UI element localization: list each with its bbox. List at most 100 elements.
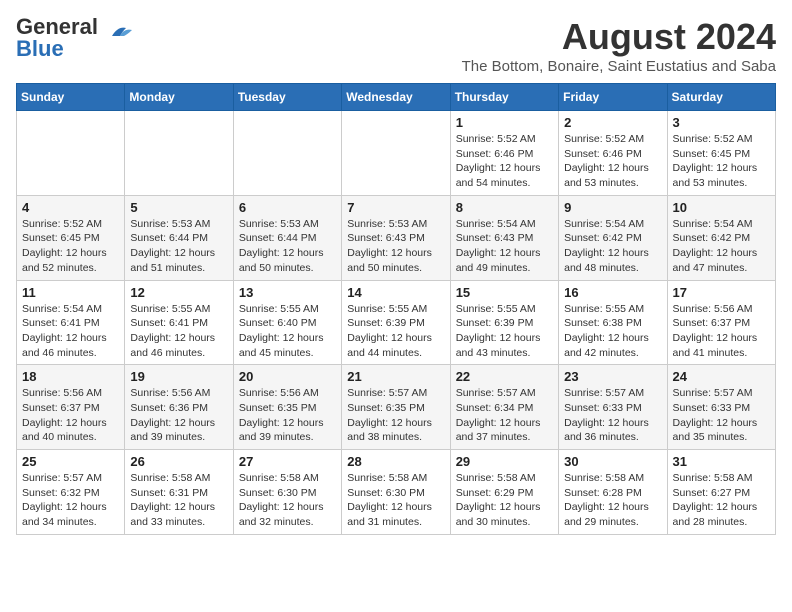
day-info: Sunrise: 5:58 AM Sunset: 6:31 PM Dayligh… bbox=[130, 471, 227, 530]
calendar-day-cell: 16 Sunrise: 5:55 AM Sunset: 6:38 PM Dayli… bbox=[559, 280, 667, 365]
day-info: Sunrise: 5:58 AM Sunset: 6:29 PM Dayligh… bbox=[456, 471, 553, 530]
logo-text: General Blue bbox=[16, 16, 98, 60]
day-info: Sunrise: 5:57 AM Sunset: 6:33 PM Dayligh… bbox=[564, 386, 661, 445]
calendar-day-cell bbox=[17, 111, 125, 196]
calendar-day-cell: 25 Sunrise: 5:57 AM Sunset: 6:32 PM Dayli… bbox=[17, 450, 125, 535]
calendar-day-cell: 12Sunrise: 5:55 AM Sunset: 6:41 PM Dayli… bbox=[125, 280, 233, 365]
calendar-day-cell: 24Sunrise: 5:57 AM Sunset: 6:33 PM Dayli… bbox=[667, 365, 775, 450]
calendar-day-cell: 7Sunrise: 5:53 AM Sunset: 6:43 PM Daylig… bbox=[342, 195, 450, 280]
calendar-day-cell bbox=[125, 111, 233, 196]
day-number: 14 bbox=[347, 285, 444, 300]
day-number: 20 bbox=[239, 369, 336, 384]
day-number: 9 bbox=[564, 200, 661, 215]
calendar-day-cell: 17 Sunrise: 5:56 AM Sunset: 6:37 PM Dayli… bbox=[667, 280, 775, 365]
calendar-day-cell bbox=[342, 111, 450, 196]
day-number: 21 bbox=[347, 369, 444, 384]
day-info: Sunrise: 5:55 AM Sunset: 6:40 PM Dayligh… bbox=[239, 302, 336, 361]
calendar-day-cell: 11 Sunrise: 5:54 AM Sunset: 6:41 PM Dayli… bbox=[17, 280, 125, 365]
calendar-day-cell: 4 Sunrise: 5:52 AM Sunset: 6:45 PM Daylig… bbox=[17, 195, 125, 280]
day-number: 28 bbox=[347, 454, 444, 469]
day-number: 19 bbox=[130, 369, 227, 384]
weekday-header-saturday: Saturday bbox=[667, 84, 775, 111]
day-info: Sunrise: 5:53 AM Sunset: 6:44 PM Dayligh… bbox=[130, 217, 227, 276]
calendar-day-cell: 22Sunrise: 5:57 AM Sunset: 6:34 PM Dayli… bbox=[450, 365, 558, 450]
calendar-day-cell: 18Sunrise: 5:56 AM Sunset: 6:37 PM Dayli… bbox=[17, 365, 125, 450]
day-number: 30 bbox=[564, 454, 661, 469]
day-info: Sunrise: 5:58 AM Sunset: 6:30 PM Dayligh… bbox=[239, 471, 336, 530]
day-number: 13 bbox=[239, 285, 336, 300]
day-number: 3 bbox=[673, 115, 770, 130]
day-info: Sunrise: 5:55 AM Sunset: 6:38 PM Dayligh… bbox=[564, 302, 661, 361]
calendar-week-row: 18Sunrise: 5:56 AM Sunset: 6:37 PM Dayli… bbox=[17, 365, 776, 450]
day-number: 18 bbox=[22, 369, 119, 384]
calendar-day-cell: 21 Sunrise: 5:57 AM Sunset: 6:35 PM Dayli… bbox=[342, 365, 450, 450]
calendar-day-cell: 30Sunrise: 5:58 AM Sunset: 6:28 PM Dayli… bbox=[559, 450, 667, 535]
calendar-day-cell: 2 Sunrise: 5:52 AM Sunset: 6:46 PM Daylig… bbox=[559, 111, 667, 196]
calendar-day-cell: 15 Sunrise: 5:55 AM Sunset: 6:39 PM Dayli… bbox=[450, 280, 558, 365]
calendar-table: SundayMondayTuesdayWednesdayThursdayFrid… bbox=[16, 83, 776, 535]
day-info: Sunrise: 5:56 AM Sunset: 6:37 PM Dayligh… bbox=[673, 302, 770, 361]
day-info: Sunrise: 5:52 AM Sunset: 6:45 PM Dayligh… bbox=[673, 132, 770, 191]
day-number: 5 bbox=[130, 200, 227, 215]
day-number: 11 bbox=[22, 285, 119, 300]
calendar-day-cell: 6 Sunrise: 5:53 AM Sunset: 6:44 PM Daylig… bbox=[233, 195, 341, 280]
day-number: 6 bbox=[239, 200, 336, 215]
calendar-week-row: 25 Sunrise: 5:57 AM Sunset: 6:32 PM Dayli… bbox=[17, 450, 776, 535]
calendar-day-cell: 29Sunrise: 5:58 AM Sunset: 6:29 PM Dayli… bbox=[450, 450, 558, 535]
day-info: Sunrise: 5:56 AM Sunset: 6:35 PM Dayligh… bbox=[239, 386, 336, 445]
day-info: Sunrise: 5:58 AM Sunset: 6:30 PM Dayligh… bbox=[347, 471, 444, 530]
day-number: 31 bbox=[673, 454, 770, 469]
day-info: Sunrise: 5:55 AM Sunset: 6:39 PM Dayligh… bbox=[456, 302, 553, 361]
day-number: 10 bbox=[673, 200, 770, 215]
calendar-week-row: 4 Sunrise: 5:52 AM Sunset: 6:45 PM Daylig… bbox=[17, 195, 776, 280]
day-info: Sunrise: 5:53 AM Sunset: 6:43 PM Dayligh… bbox=[347, 217, 444, 276]
calendar-day-cell: 28 Sunrise: 5:58 AM Sunset: 6:30 PM Dayli… bbox=[342, 450, 450, 535]
day-number: 4 bbox=[22, 200, 119, 215]
calendar-day-cell: 19 Sunrise: 5:56 AM Sunset: 6:36 PM Dayli… bbox=[125, 365, 233, 450]
day-info: Sunrise: 5:53 AM Sunset: 6:44 PM Dayligh… bbox=[239, 217, 336, 276]
sub-title: The Bottom, Bonaire, Saint Eustatius and… bbox=[462, 58, 776, 75]
calendar-day-cell: 13 Sunrise: 5:55 AM Sunset: 6:40 PM Dayli… bbox=[233, 280, 341, 365]
weekday-header-thursday: Thursday bbox=[450, 84, 558, 111]
calendar-day-cell: 1Sunrise: 5:52 AM Sunset: 6:46 PM Daylig… bbox=[450, 111, 558, 196]
day-number: 16 bbox=[564, 285, 661, 300]
logo-bird-icon bbox=[104, 18, 136, 50]
day-number: 2 bbox=[564, 115, 661, 130]
calendar-day-cell: 8Sunrise: 5:54 AM Sunset: 6:43 PM Daylig… bbox=[450, 195, 558, 280]
day-number: 23 bbox=[564, 369, 661, 384]
calendar-day-cell: 10 Sunrise: 5:54 AM Sunset: 6:42 PM Dayli… bbox=[667, 195, 775, 280]
day-info: Sunrise: 5:54 AM Sunset: 6:42 PM Dayligh… bbox=[673, 217, 770, 276]
weekday-header-sunday: Sunday bbox=[17, 84, 125, 111]
day-info: Sunrise: 5:52 AM Sunset: 6:45 PM Dayligh… bbox=[22, 217, 119, 276]
day-number: 27 bbox=[239, 454, 336, 469]
weekday-header-tuesday: Tuesday bbox=[233, 84, 341, 111]
calendar-day-cell: 5 Sunrise: 5:53 AM Sunset: 6:44 PM Daylig… bbox=[125, 195, 233, 280]
title-block: August 2024 The Bottom, Bonaire, Saint E… bbox=[462, 16, 776, 75]
day-number: 12 bbox=[130, 285, 227, 300]
day-number: 25 bbox=[22, 454, 119, 469]
main-title: August 2024 bbox=[462, 16, 776, 58]
calendar-day-cell bbox=[233, 111, 341, 196]
calendar-day-cell: 26 Sunrise: 5:58 AM Sunset: 6:31 PM Dayli… bbox=[125, 450, 233, 535]
day-info: Sunrise: 5:57 AM Sunset: 6:35 PM Dayligh… bbox=[347, 386, 444, 445]
day-info: Sunrise: 5:56 AM Sunset: 6:36 PM Dayligh… bbox=[130, 386, 227, 445]
day-number: 8 bbox=[456, 200, 553, 215]
day-info: Sunrise: 5:54 AM Sunset: 6:41 PM Dayligh… bbox=[22, 302, 119, 361]
day-number: 17 bbox=[673, 285, 770, 300]
day-info: Sunrise: 5:55 AM Sunset: 6:39 PM Dayligh… bbox=[347, 302, 444, 361]
calendar-day-cell: 9 Sunrise: 5:54 AM Sunset: 6:42 PM Daylig… bbox=[559, 195, 667, 280]
day-info: Sunrise: 5:57 AM Sunset: 6:33 PM Dayligh… bbox=[673, 386, 770, 445]
day-info: Sunrise: 5:57 AM Sunset: 6:32 PM Dayligh… bbox=[22, 471, 119, 530]
day-info: Sunrise: 5:52 AM Sunset: 6:46 PM Dayligh… bbox=[456, 132, 553, 191]
day-info: Sunrise: 5:52 AM Sunset: 6:46 PM Dayligh… bbox=[564, 132, 661, 191]
page-header: General Blue August 2024 The Bottom, Bon… bbox=[16, 16, 776, 75]
logo: General Blue bbox=[16, 16, 136, 60]
day-number: 26 bbox=[130, 454, 227, 469]
day-number: 22 bbox=[456, 369, 553, 384]
calendar-day-cell: 27 Sunrise: 5:58 AM Sunset: 6:30 PM Dayli… bbox=[233, 450, 341, 535]
day-info: Sunrise: 5:54 AM Sunset: 6:42 PM Dayligh… bbox=[564, 217, 661, 276]
weekday-header-wednesday: Wednesday bbox=[342, 84, 450, 111]
weekday-header-row: SundayMondayTuesdayWednesdayThursdayFrid… bbox=[17, 84, 776, 111]
calendar-day-cell: 3 Sunrise: 5:52 AM Sunset: 6:45 PM Daylig… bbox=[667, 111, 775, 196]
day-number: 15 bbox=[456, 285, 553, 300]
